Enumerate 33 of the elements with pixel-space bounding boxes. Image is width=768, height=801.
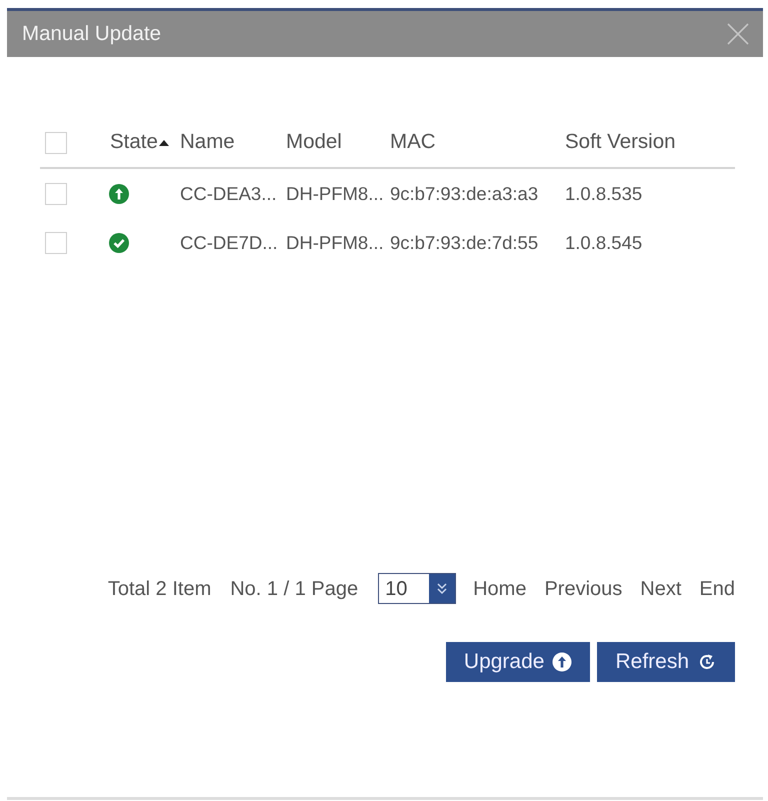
checkbox[interactable]: [45, 132, 67, 154]
pagination-link[interactable]: End: [699, 574, 735, 604]
page-indicator: No. 1 / 1 Page: [230, 576, 358, 602]
pagination-link[interactable]: Home: [473, 574, 526, 604]
column-header[interactable]: Soft Version: [565, 130, 676, 154]
version-cell: 1.0.8.535: [565, 168, 735, 218]
close-icon[interactable]: [727, 23, 749, 45]
total-count: Total 2 Item: [108, 576, 212, 602]
mac-cell-text: 9c:b7:93:de:7d:55: [390, 231, 540, 256]
mac-cell: 9c:b7:93:de:a3:a3: [390, 168, 565, 218]
sort-up-icon[interactable]: [158, 138, 169, 147]
checkbox[interactable]: [45, 232, 67, 254]
checkbox[interactable]: [45, 182, 67, 204]
pagination-link[interactable]: Previous: [544, 574, 622, 604]
column-header[interactable]: State: [110, 130, 158, 154]
column-header[interactable]: MAC: [390, 130, 436, 154]
model-cell: DH-PFM8...: [286, 168, 390, 218]
version-cell-text: 1.0.8.545: [565, 231, 644, 256]
name-cell: CC-DEA3...: [180, 168, 286, 218]
column-header[interactable]: Name: [180, 130, 235, 154]
column-header[interactable]: Model: [286, 130, 342, 154]
window-title: Manual Update: [22, 20, 162, 47]
pagination-link[interactable]: Next: [640, 574, 682, 604]
check-circle-icon: [109, 233, 129, 253]
action-button[interactable]: Refresh: [597, 642, 735, 682]
page-size-select[interactable]: 10: [378, 573, 456, 604]
name-cell-text: CC-DE7D...: [180, 231, 279, 256]
arrow-up-circle-icon: [109, 184, 129, 204]
refresh-icon: [697, 652, 717, 672]
double-chevron-down-icon[interactable]: [429, 574, 456, 603]
arrow-up-circle-icon: [552, 652, 572, 672]
model-cell-text: DH-PFM8...: [286, 231, 385, 256]
action-button[interactable]: Upgrade: [446, 642, 590, 682]
